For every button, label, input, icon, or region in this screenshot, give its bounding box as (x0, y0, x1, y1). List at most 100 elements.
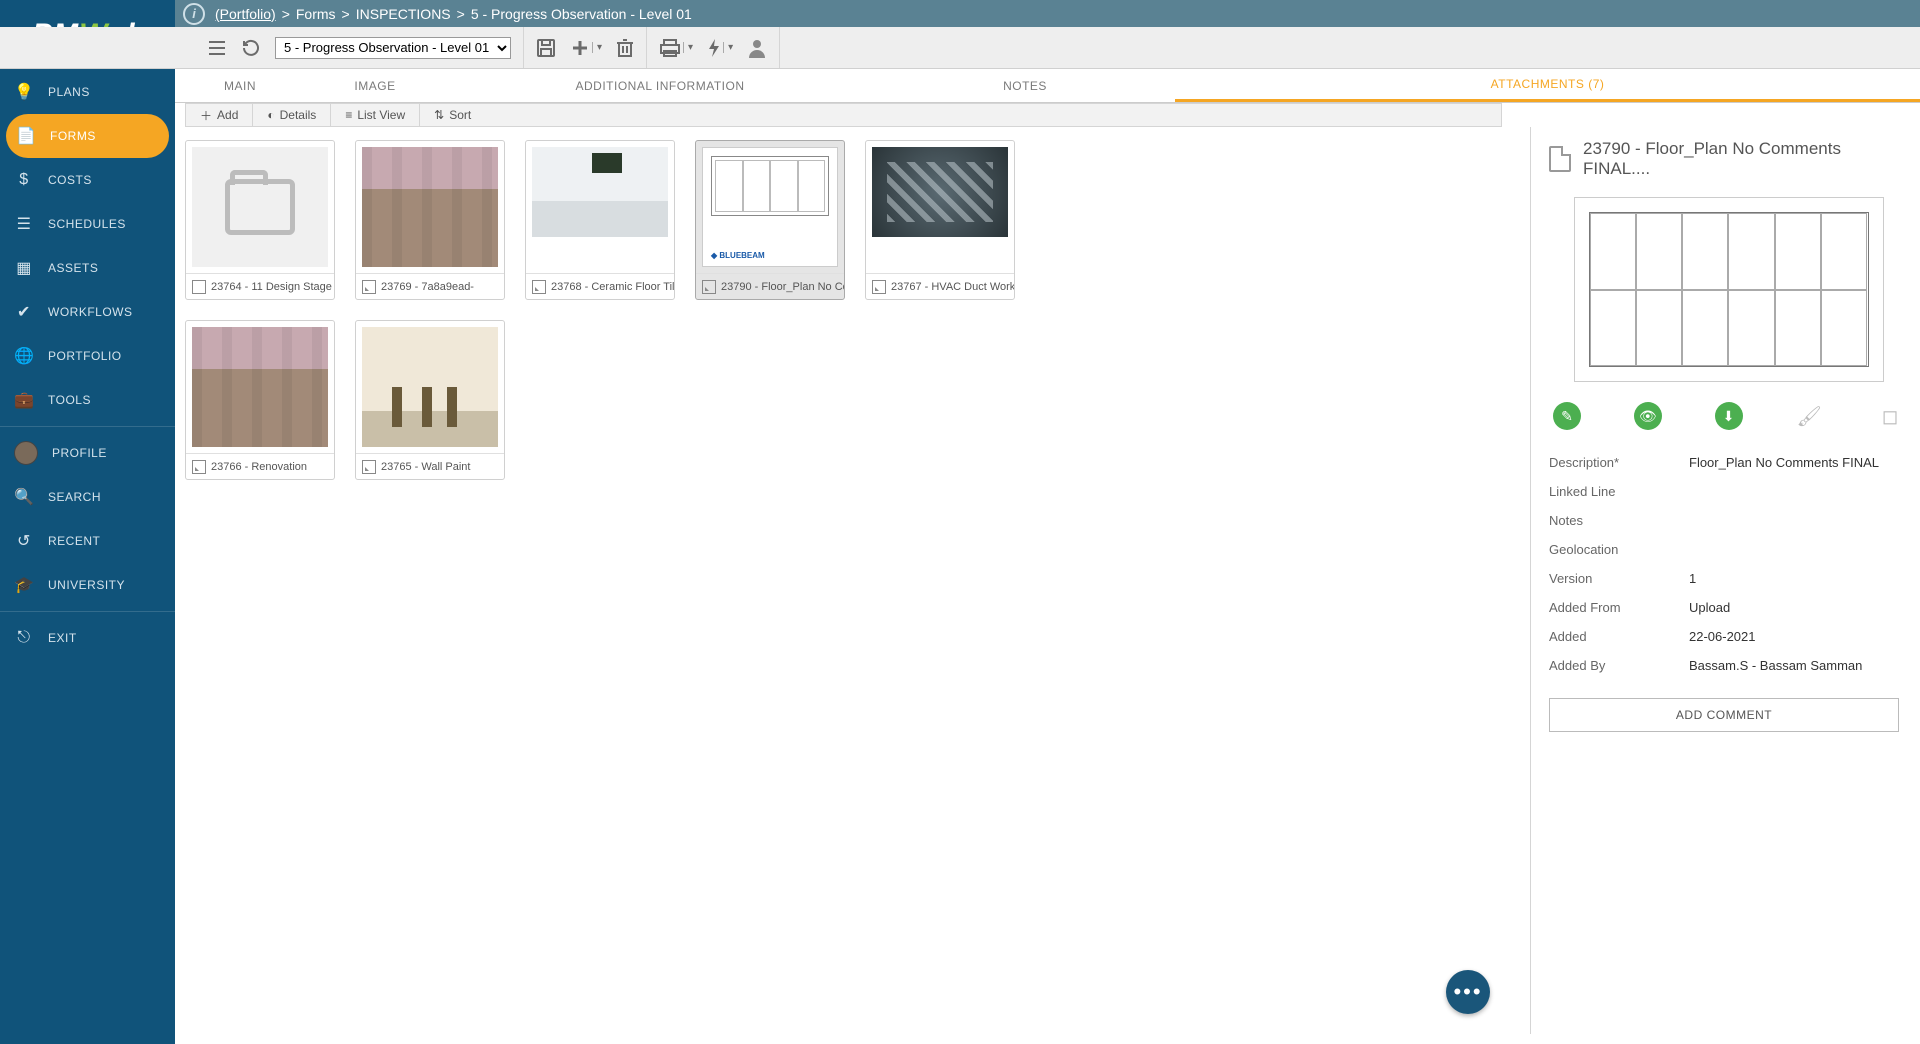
thumb-image (872, 147, 1008, 237)
label-added: Added (1549, 629, 1689, 644)
save-icon[interactable] (536, 38, 556, 58)
plus-icon: ＋ (200, 107, 212, 124)
attachment-card[interactable]: 23765 - Wall Paint (355, 320, 505, 480)
label-description: Description* (1549, 455, 1689, 470)
add-button[interactable]: ＋Add (186, 104, 253, 126)
list-icon: ≡ (345, 108, 352, 122)
label-linked: Linked Line (1549, 484, 1689, 499)
tab-attachments[interactable]: ATTACHMENTS (7) (1175, 69, 1920, 102)
nav-profile[interactable]: PROFILE (0, 431, 175, 475)
tab-image[interactable]: IMAGE (305, 69, 445, 102)
download-action[interactable]: ⬇ (1715, 402, 1743, 430)
attachments-toolbar: ＋Add ◐Details ≡List View ⇅Sort (185, 103, 1502, 127)
value-by: Bassam.S - Bassam Samman (1689, 658, 1862, 673)
listview-button[interactable]: ≡List View (331, 104, 420, 126)
preview-image (1574, 197, 1884, 382)
image-small-icon (532, 280, 546, 294)
label-geo: Geolocation (1549, 542, 1689, 557)
grid-icon: ▦ (14, 258, 34, 278)
case-icon: 💼 (14, 390, 34, 410)
nav-portfolio[interactable]: 🌐PORTFOLIO (0, 334, 175, 378)
bolt-icon[interactable]: ▾ (707, 38, 733, 58)
nav-tools[interactable]: 💼TOOLS (0, 378, 175, 422)
preview-panel: 23790 - Floor_Plan No Comments FINAL....… (1530, 127, 1908, 1034)
recent-icon: ↺ (14, 531, 34, 551)
breadcrumb-forms[interactable]: Forms (296, 6, 336, 22)
image-small-icon (362, 280, 376, 294)
thumb-image (192, 327, 328, 447)
record-select[interactable]: 5 - Progress Observation - Level 01 (275, 37, 511, 59)
exit-icon: ⎋ (14, 629, 34, 647)
image-small-icon (702, 280, 716, 294)
bulb-icon: 💡 (14, 82, 34, 102)
image-small-icon (362, 460, 376, 474)
nav-recent[interactable]: ↺RECENT (0, 519, 175, 563)
nav-workflows[interactable]: ✔WORKFLOWS (0, 290, 175, 334)
sort-button[interactable]: ⇅Sort (420, 104, 485, 126)
attachment-card[interactable]: 23766 - Renovation (185, 320, 335, 480)
thumb-image (362, 327, 498, 447)
preview-title: 23790 - Floor_Plan No Comments FINAL.... (1583, 139, 1908, 179)
check-icon: ✔ (14, 302, 34, 322)
tab-notes[interactable]: NOTES (875, 69, 1175, 102)
thumb-image (362, 147, 498, 267)
label-by: Added By (1549, 658, 1689, 673)
details-button[interactable]: ◐Details (253, 104, 331, 126)
nav-costs[interactable]: $COSTS (0, 158, 175, 202)
nav-exit[interactable]: ⎋EXIT (0, 616, 175, 660)
attachment-card[interactable]: 23764 - 11 Design Stage (185, 140, 335, 300)
value-from: Upload (1689, 600, 1730, 615)
toggle-icon: ◐ (267, 108, 274, 122)
nav-university[interactable]: 🎓UNIVERSITY (0, 563, 175, 607)
add-icon[interactable]: ▾ (570, 38, 602, 58)
delete-icon[interactable] (616, 38, 634, 58)
history-icon[interactable] (241, 38, 261, 58)
folder-small-icon (192, 280, 206, 294)
value-description: Floor_Plan No Comments FINAL (1689, 455, 1879, 470)
attachment-card-selected[interactable]: ✓ ◆ BLUEBEAM 23790 - Floor_Plan No Com..… (695, 140, 845, 300)
thumb-plan: ◆ BLUEBEAM (702, 147, 838, 267)
pdf-icon (1549, 146, 1571, 172)
user-icon[interactable] (747, 38, 767, 58)
value-added: 22-06-2021 (1689, 629, 1756, 644)
print-icon[interactable]: ▾ (659, 38, 693, 58)
attachment-card[interactable]: 23767 - HVAC Duct Work (865, 140, 1015, 300)
doc-icon: 📄 (16, 126, 36, 146)
attachments-grid: 23764 - 11 Design Stage 23769 - 7a8a9ead… (185, 140, 1105, 480)
brush-action[interactable]: 🖌 (1795, 402, 1823, 430)
image-small-icon (192, 460, 206, 474)
nav-plans[interactable]: 💡PLANS (0, 70, 175, 114)
label-from: Added From (1549, 600, 1689, 615)
edit-action[interactable]: ✎ (1553, 402, 1581, 430)
tab-main[interactable]: MAIN (175, 69, 305, 102)
nav-schedules[interactable]: ☰SCHEDULES (0, 202, 175, 246)
attachment-card[interactable]: 23769 - 7a8a9ead- (355, 140, 505, 300)
nav-search[interactable]: 🔍SEARCH (0, 475, 175, 519)
view-action[interactable]: 👁 (1634, 402, 1662, 430)
frame-action[interactable]: ◻ (1876, 402, 1904, 430)
avatar-icon (14, 441, 38, 465)
sidebar: ‹PMWeb® 💡PLANS 📄FORMS $COSTS ☰SCHEDULES … (0, 0, 175, 1044)
dollar-icon: $ (14, 171, 34, 189)
breadcrumb-root[interactable]: (Portfolio) (215, 6, 276, 22)
breadcrumb-inspections[interactable]: INSPECTIONS (356, 6, 451, 22)
label-notes: Notes (1549, 513, 1689, 528)
breadcrumb-current: 5 - Progress Observation - Level 01 (471, 6, 692, 22)
fab-menu[interactable]: ••• (1446, 970, 1490, 1014)
thumb-folder (192, 147, 328, 267)
nav-forms[interactable]: 📄FORMS (6, 114, 169, 158)
thumb-image (532, 147, 668, 237)
info-icon[interactable]: i (183, 3, 205, 25)
label-version: Version (1549, 571, 1689, 586)
add-comment-button[interactable]: ADD COMMENT (1549, 698, 1899, 732)
attachment-card[interactable]: 23768 - Ceramic Floor Tiling (525, 140, 675, 300)
list-icon[interactable] (207, 39, 227, 57)
tab-additional[interactable]: ADDITIONAL INFORMATION (445, 69, 875, 102)
sort-icon: ⇅ (434, 108, 444, 122)
globe-icon: 🌐 (14, 346, 34, 366)
search-icon: 🔍 (14, 487, 34, 507)
breadcrumb-bar: i (Portfolio) > Forms > INSPECTIONS > 5 … (175, 0, 1920, 27)
bars-icon: ☰ (14, 214, 34, 234)
image-small-icon (872, 280, 886, 294)
nav-assets[interactable]: ▦ASSETS (0, 246, 175, 290)
